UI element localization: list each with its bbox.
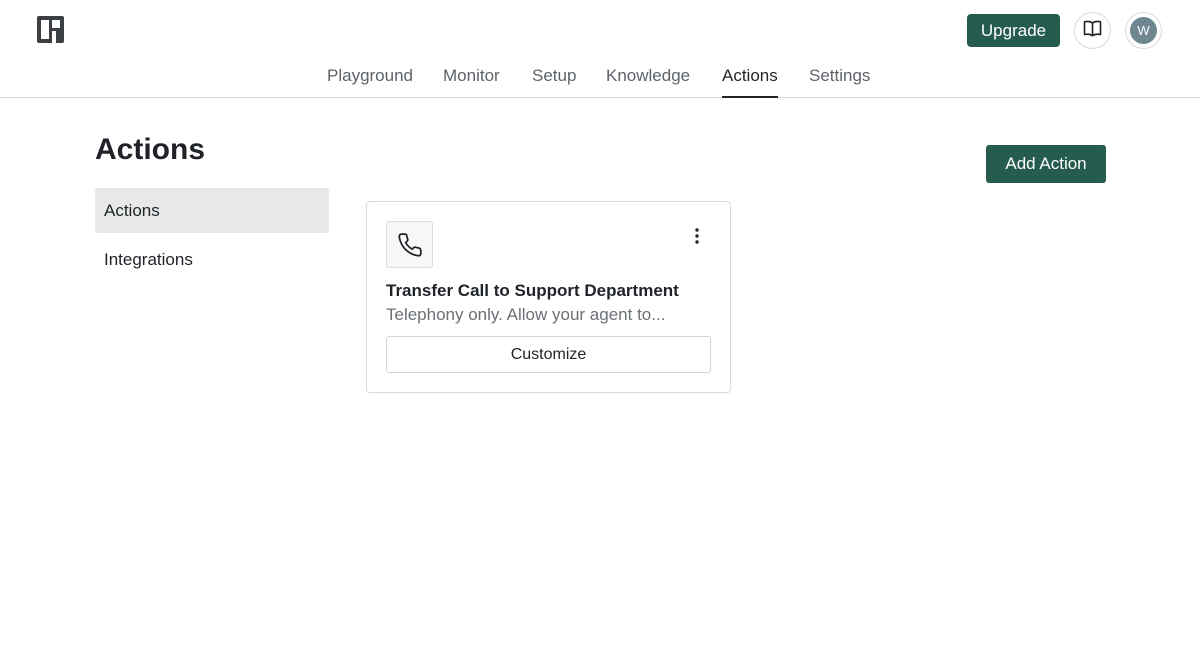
- subnav-item-label: Actions: [104, 200, 160, 220]
- top-bar: Upgrade W Playground Monitor Setup Knowl…: [0, 0, 1200, 98]
- phone-icon: [386, 221, 433, 268]
- tab-settings[interactable]: Settings: [809, 66, 870, 98]
- tab-monitor[interactable]: Monitor: [443, 66, 500, 98]
- tab-setup[interactable]: Setup: [532, 66, 576, 98]
- upgrade-button[interactable]: Upgrade: [967, 14, 1060, 47]
- add-action-button[interactable]: Add Action: [986, 145, 1106, 183]
- book-icon: [1083, 20, 1102, 42]
- tab-knowledge[interactable]: Knowledge: [606, 66, 690, 98]
- customize-button[interactable]: Customize: [386, 336, 711, 373]
- avatar: W: [1130, 17, 1157, 44]
- brand-logo-icon[interactable]: [37, 16, 64, 43]
- subnav-item-integrations[interactable]: Integrations: [95, 237, 329, 282]
- more-options-icon[interactable]: [687, 226, 707, 246]
- action-title: Transfer Call to Support Department: [386, 281, 679, 300]
- user-menu-button[interactable]: W: [1125, 12, 1162, 49]
- main-nav: Playground Monitor Setup Knowledge Actio…: [0, 60, 1200, 98]
- action-description: Telephony only. Allow your agent to...: [386, 305, 666, 324]
- page-title: Actions: [95, 133, 206, 166]
- docs-button[interactable]: [1074, 12, 1111, 49]
- tab-actions[interactable]: Actions: [722, 66, 778, 98]
- subnav-item-label: Integrations: [104, 249, 193, 269]
- subnav-item-actions[interactable]: Actions: [95, 188, 329, 233]
- action-card: Transfer Call to Support Department Tele…: [366, 201, 731, 393]
- tab-playground[interactable]: Playground: [327, 66, 413, 98]
